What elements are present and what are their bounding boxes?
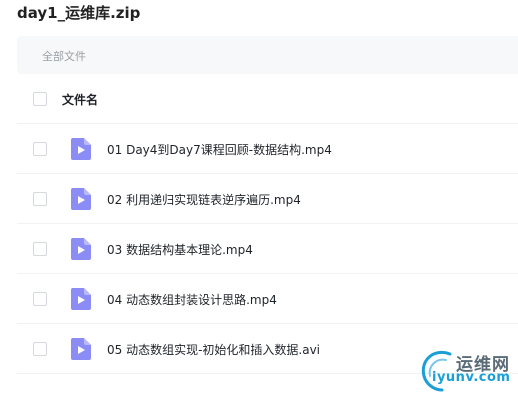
file-name[interactable]: 04 动态数组封装设计思路.mp4 (107, 291, 277, 308)
video-file-icon (71, 138, 91, 160)
column-header-filename: 文件名 (62, 93, 99, 107)
video-file-icon (71, 188, 91, 210)
breadcrumb: 全部文件 (17, 36, 518, 74)
breadcrumb-all-files[interactable]: 全部文件 (42, 48, 86, 64)
row-checkbox[interactable] (33, 192, 47, 206)
video-file-icon (71, 338, 91, 360)
file-name[interactable]: 03 数据结构基本理论.mp4 (107, 241, 253, 258)
table-header-row: 文件名 (17, 74, 518, 124)
file-list: 文件名 01 Day4到Day7课程回顾-数据结构.mp4 02 利用递归实现链… (17, 74, 518, 374)
watermark-swirl-icon (421, 351, 452, 392)
select-all-checkbox[interactable] (33, 92, 47, 106)
file-name[interactable]: 05 动态数组实现-初始化和插入数据.avi (107, 341, 320, 358)
table-row[interactable]: 04 动态数组封装设计思路.mp4 (17, 274, 518, 324)
file-name[interactable]: 01 Day4到Day7课程回顾-数据结构.mp4 (107, 141, 332, 158)
file-name[interactable]: 02 利用递归实现链表逆序遍历.mp4 (107, 191, 301, 208)
row-checkbox[interactable] (33, 142, 47, 156)
watermark-text-en: iyunv.com (432, 370, 511, 385)
table-row[interactable]: 02 利用递归实现链表逆序遍历.mp4 (17, 174, 518, 224)
table-row[interactable]: 01 Day4到Day7课程回顾-数据结构.mp4 (17, 124, 518, 174)
table-row[interactable]: 03 数据结构基本理论.mp4 (17, 224, 518, 274)
row-checkbox[interactable] (33, 342, 47, 356)
row-checkbox[interactable] (33, 292, 47, 306)
watermark-logo: 运维网 iyunv.com (416, 346, 518, 394)
video-file-icon (71, 238, 91, 260)
archive-title: day1_运维库.zip (17, 4, 141, 22)
video-file-icon (71, 288, 91, 310)
row-checkbox[interactable] (33, 242, 47, 256)
